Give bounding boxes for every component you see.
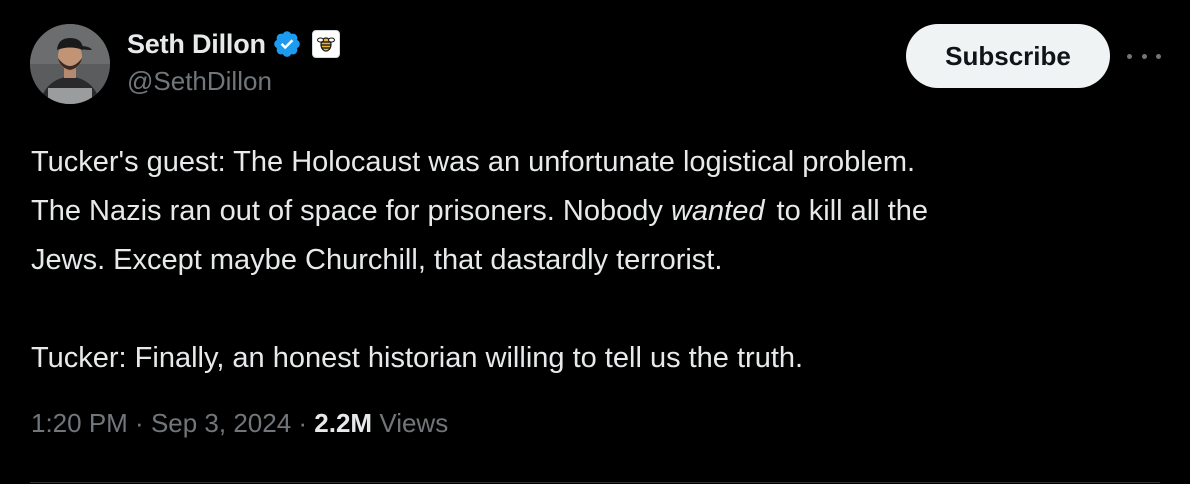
- tweet-meta: 1:20 PM · Sep 3, 2024 · 2.2M Views: [31, 408, 448, 439]
- tweet-emphasis: wanted: [670, 195, 765, 227]
- divider: [30, 482, 1160, 483]
- views-count[interactable]: 2.2M: [314, 408, 372, 439]
- tweet-card: Seth Dillon @SethDillon Subscribe Tucker…: [0, 0, 1190, 484]
- tweet-line: Jews. Except maybe Churchill, that dasta…: [31, 244, 723, 276]
- subscribe-button[interactable]: Subscribe: [906, 24, 1110, 88]
- views-label[interactable]: Views: [379, 408, 448, 439]
- meta-separator: ·: [127, 408, 151, 438]
- author-name-row: Seth Dillon: [127, 26, 340, 62]
- tweet-line: Tucker's guest: The Holocaust was an unf…: [31, 146, 916, 178]
- avatar-photo: [30, 24, 110, 104]
- views-spacer: [372, 408, 379, 439]
- tweet-text: Tucker's guest: The Holocaust was an unf…: [31, 138, 1151, 383]
- author-display-name[interactable]: Seth Dillon: [127, 29, 266, 60]
- verified-badge-icon[interactable]: [272, 29, 302, 59]
- more-horizontal-icon[interactable]: [1127, 46, 1161, 66]
- more-dot: [1156, 53, 1161, 59]
- babylon-bee-badge-icon[interactable]: [311, 30, 340, 58]
- tweet-date[interactable]: Sep 3, 2024: [151, 408, 291, 439]
- tweet-line: The Nazis ran out of space for prisoners…: [31, 187, 1151, 236]
- author-handle[interactable]: @SethDillon: [127, 66, 272, 97]
- more-dot: [1141, 53, 1147, 59]
- tweet-text-segment: to kill all the: [768, 195, 929, 227]
- tweet-time[interactable]: 1:20 PM: [31, 408, 128, 439]
- avatar[interactable]: [30, 24, 110, 104]
- meta-separator: ·: [291, 408, 315, 438]
- more-dot: [1127, 53, 1132, 59]
- tweet-line: Tucker: Finally, an honest historian wil…: [31, 342, 804, 374]
- tweet-text-segment: The Nazis ran out of space for prisoners…: [31, 195, 671, 227]
